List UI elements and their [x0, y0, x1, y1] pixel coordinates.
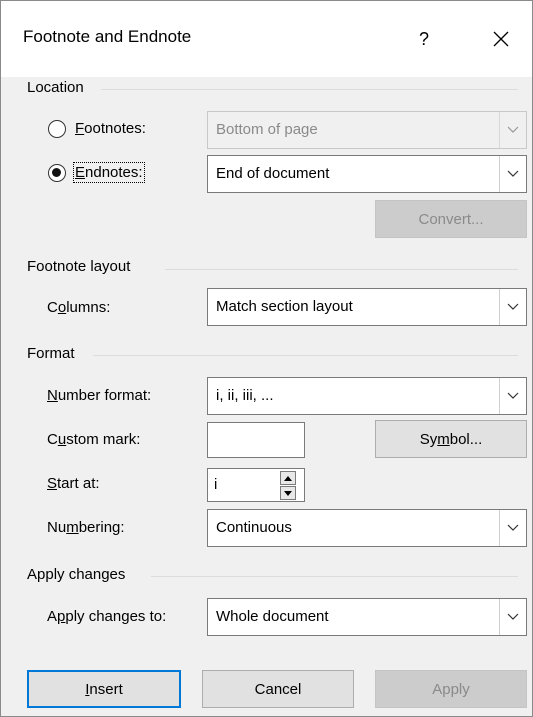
start-at-value: i: [214, 476, 218, 493]
symbol-button[interactable]: Symbol...: [375, 420, 527, 458]
numbering-label[interactable]: Numbering:: [47, 519, 125, 536]
columns-label[interactable]: Columns:: [47, 299, 110, 316]
help-button[interactable]: ?: [404, 19, 444, 59]
start-at-label[interactable]: Start at:: [47, 475, 100, 492]
apply-changes-to-label[interactable]: Apply changes to:: [47, 608, 166, 625]
close-button[interactable]: [481, 19, 521, 59]
endnotes-radio[interactable]: [48, 164, 66, 182]
numbering-select[interactable]: Continuous: [207, 509, 527, 547]
location-heading: Location: [27, 79, 84, 96]
columns-select[interactable]: Match section layout: [207, 288, 527, 326]
close-icon: [493, 31, 509, 47]
start-at-spinner[interactable]: i: [207, 468, 305, 502]
chevron-down-icon: [507, 524, 519, 531]
columns-value: Match section layout: [216, 298, 353, 315]
title-bar[interactable]: Footnote and Endnote ?: [1, 1, 532, 77]
insert-button[interactable]: Insert: [27, 670, 181, 708]
spin-up-button[interactable]: [280, 471, 296, 485]
numbering-value: Continuous: [216, 519, 292, 536]
chevron-down-icon: [507, 392, 519, 399]
footnotes-position-select[interactable]: Bottom of page: [207, 111, 527, 149]
chevron-down-icon: [507, 126, 519, 133]
dialog-title: Footnote and Endnote: [23, 27, 192, 46]
apply-button[interactable]: Apply: [375, 670, 527, 708]
footnotes-radio[interactable]: [48, 120, 66, 138]
apply-changes-divider: [151, 576, 518, 577]
spin-down-icon: [284, 490, 292, 496]
footnotes-label[interactable]: Footnotes:: [75, 120, 146, 137]
endnotes-position-select[interactable]: End of document: [207, 155, 527, 193]
apply-changes-to-value: Whole document: [216, 608, 329, 625]
footnote-layout-heading: Footnote layout: [27, 258, 131, 275]
footnote-layout-divider: [165, 269, 518, 270]
chevron-down-icon: [507, 613, 519, 620]
endnotes-position-value: End of document: [216, 165, 330, 182]
cancel-button[interactable]: Cancel: [202, 670, 354, 708]
spin-down-button[interactable]: [280, 486, 296, 500]
apply-changes-to-select[interactable]: Whole document: [207, 598, 527, 636]
footnotes-position-value: Bottom of page: [216, 121, 318, 138]
chevron-down-icon: [507, 303, 519, 310]
custom-mark-input[interactable]: [207, 422, 305, 458]
spin-up-icon: [284, 475, 292, 481]
format-divider: [93, 355, 518, 356]
chevron-down-icon: [507, 170, 519, 177]
number-format-label[interactable]: Number format:: [47, 387, 151, 404]
footnote-endnote-dialog: Footnote and Endnote ? Location Footnote…: [0, 0, 533, 717]
number-format-value: i, ii, iii, ...: [216, 387, 274, 404]
number-format-select[interactable]: i, ii, iii, ...: [207, 377, 527, 415]
convert-button[interactable]: Convert...: [375, 200, 527, 238]
custom-mark-label[interactable]: Custom mark:: [47, 431, 140, 448]
format-heading: Format: [27, 345, 75, 362]
endnotes-label[interactable]: Endnotes:: [73, 162, 145, 183]
location-divider: [101, 89, 518, 90]
help-icon: ?: [418, 28, 429, 49]
apply-changes-heading: Apply changes: [27, 566, 126, 583]
